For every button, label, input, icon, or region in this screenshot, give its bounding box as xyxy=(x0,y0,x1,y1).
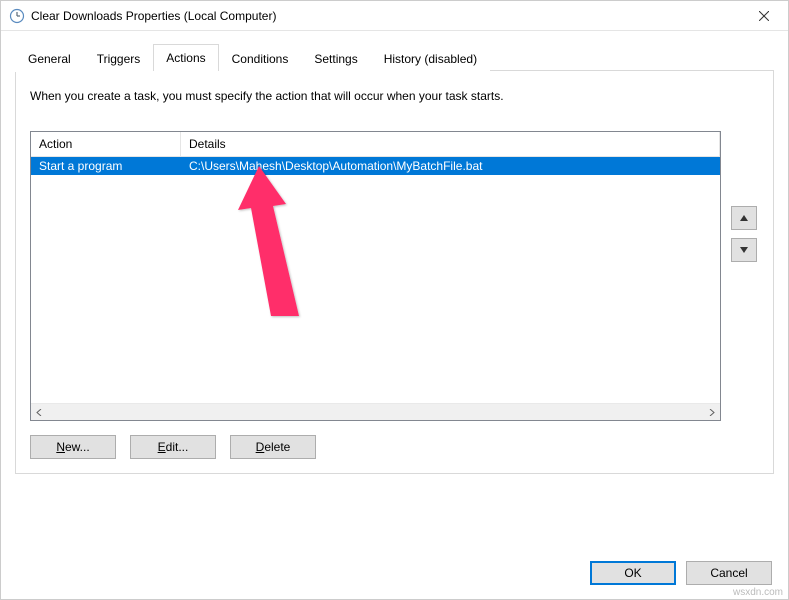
app-icon xyxy=(9,8,25,24)
reorder-buttons xyxy=(731,131,759,421)
tab-conditions[interactable]: Conditions xyxy=(219,45,302,72)
close-button[interactable] xyxy=(741,1,786,30)
tab-history[interactable]: History (disabled) xyxy=(371,45,490,72)
move-up-button[interactable] xyxy=(731,206,757,230)
tab-actions[interactable]: Actions xyxy=(153,44,218,71)
move-down-button[interactable] xyxy=(731,238,757,262)
chevron-left-icon xyxy=(36,409,43,416)
dialog-footer: OK Cancel xyxy=(1,551,788,599)
properties-dialog: Clear Downloads Properties (Local Comput… xyxy=(0,0,789,600)
action-buttons: New... Edit... Delete xyxy=(30,435,759,459)
tab-strip: General Triggers Actions Conditions Sett… xyxy=(15,43,774,70)
column-header-action[interactable]: Action xyxy=(31,132,181,156)
scroll-left-button[interactable] xyxy=(31,404,48,421)
edit-label-rest: dit... xyxy=(166,440,189,454)
column-header-details[interactable]: Details xyxy=(181,132,720,156)
triangle-down-icon xyxy=(740,247,748,253)
watermark: wsxdn.com xyxy=(733,587,783,598)
table-row[interactable]: Start a program C:\Users\Mahesh\Desktop\… xyxy=(31,157,720,175)
tab-panel-actions: When you create a task, you must specify… xyxy=(15,70,774,474)
close-icon xyxy=(759,11,769,21)
tab-general[interactable]: General xyxy=(15,45,84,72)
delete-label-rest: elete xyxy=(264,440,290,454)
horizontal-scrollbar[interactable] xyxy=(31,403,720,420)
cell-details: C:\Users\Mahesh\Desktop\Automation\MyBat… xyxy=(181,157,720,175)
delete-button[interactable]: Delete xyxy=(230,435,316,459)
tab-triggers[interactable]: Triggers xyxy=(84,45,154,72)
scroll-right-button[interactable] xyxy=(703,404,720,421)
window-title: Clear Downloads Properties (Local Comput… xyxy=(31,9,741,23)
new-button[interactable]: New... xyxy=(30,435,116,459)
cancel-button[interactable]: Cancel xyxy=(686,561,772,585)
titlebar[interactable]: Clear Downloads Properties (Local Comput… xyxy=(1,1,788,31)
actions-list[interactable]: Action Details Start a program C:\Users\… xyxy=(30,131,721,421)
tab-settings[interactable]: Settings xyxy=(301,45,370,72)
edit-button[interactable]: Edit... xyxy=(130,435,216,459)
list-body: Start a program C:\Users\Mahesh\Desktop\… xyxy=(31,157,720,403)
dialog-body: General Triggers Actions Conditions Sett… xyxy=(1,31,788,551)
triangle-up-icon xyxy=(740,215,748,221)
ok-button[interactable]: OK xyxy=(590,561,676,585)
list-header: Action Details xyxy=(31,132,720,157)
chevron-right-icon xyxy=(708,409,715,416)
new-label-rest: ew... xyxy=(65,440,90,454)
instruction-text: When you create a task, you must specify… xyxy=(30,89,759,103)
cell-action: Start a program xyxy=(31,157,181,175)
